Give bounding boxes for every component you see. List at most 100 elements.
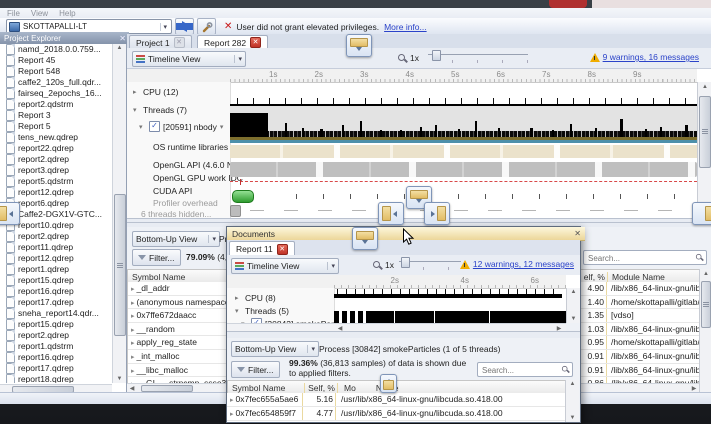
close-icon[interactable]: ✕ <box>119 34 126 43</box>
scroll-up-icon[interactable]: ▲ <box>113 45 126 51</box>
scroll-down-icon[interactable]: ▼ <box>566 415 579 421</box>
list-item[interactable]: report1.qdstrm <box>0 341 112 352</box>
list-item[interactable]: report16.qdrep <box>0 352 112 363</box>
row-opengl-api[interactable]: OpenGL API (4.6.0 NVI <box>153 160 241 170</box>
timeline-vertical-scrollbar[interactable]: ▲ <box>697 82 711 219</box>
list-item[interactable]: namd_2018.0.0.759... <box>0 44 112 55</box>
dock-indicator-documents[interactable] <box>352 227 378 250</box>
list-item[interactable]: report15.qdrep <box>0 275 112 286</box>
row-threads[interactable]: ▾Threads (5) <box>235 306 289 316</box>
expand-icon[interactable]: ▸ <box>131 313 135 320</box>
list-item[interactable]: Report 548 <box>0 66 112 77</box>
scroll-up-icon[interactable]: ▲ <box>698 84 711 90</box>
list-item[interactable]: report11.qdrep <box>0 242 112 253</box>
list-item[interactable]: report2.qdstrm <box>0 99 112 110</box>
expand-icon[interactable]: ▸ <box>131 354 135 361</box>
dock-indicator-left-edge[interactable] <box>0 202 20 225</box>
list-item[interactable]: Report 3 <box>0 110 112 121</box>
list-item[interactable]: report17.qdrep <box>0 363 112 374</box>
timeline-tracks[interactable] <box>230 82 697 218</box>
configure-button[interactable] <box>197 18 216 35</box>
symbol-row[interactable]: ▸_dl_addr <box>128 282 229 296</box>
row-cpu[interactable]: ▸CPU (12) <box>133 87 178 97</box>
list-item[interactable]: report22.qdrep <box>0 143 112 154</box>
symbol-row[interactable]: ▸apply_reg_state <box>128 336 229 350</box>
dock-indicator-table[interactable] <box>380 374 397 393</box>
symbol-row[interactable]: ▸0x7ffe672daacc <box>128 309 229 323</box>
tab-report-282[interactable]: Report 282 ✕ <box>197 35 268 49</box>
tab-report-11[interactable]: Report 11 ✕ <box>229 241 295 256</box>
scroll-left-icon[interactable]: ◀ <box>127 385 137 392</box>
row-cuda-api[interactable]: CUDA API <box>153 186 192 196</box>
menu-item[interactable]: Help <box>59 9 75 18</box>
zoom-slider[interactable] <box>399 257 461 271</box>
list-item[interactable]: tens_new.qdrep <box>0 132 112 143</box>
checkbox-checked[interactable]: ✓ <box>149 121 160 132</box>
warnings-link[interactable]: 9 warnings, 16 messages <box>603 52 699 62</box>
scroll-right-icon[interactable]: ▶ <box>689 385 699 392</box>
module-row[interactable]: 1.35 [vdso] <box>576 309 699 323</box>
list-item[interactable]: report18.qdrep <box>0 374 112 383</box>
row-nbody[interactable]: ▾✓[20591] nbody▾ <box>139 121 227 132</box>
list-item[interactable]: report2.qdrep <box>0 231 112 242</box>
list-item[interactable]: report16.qdrep <box>0 286 112 297</box>
row-cpu[interactable]: ▸CPU (8) <box>235 293 276 303</box>
list-item[interactable]: fairseq_2epochs_16... <box>0 88 112 99</box>
scroll-down-icon[interactable]: ▼ <box>567 316 580 322</box>
row-profiler-overhead[interactable]: Profiler overhead <box>153 198 218 208</box>
expand-icon[interactable]: ▸ <box>131 300 135 307</box>
symbol-row[interactable]: ▸__random <box>128 323 229 337</box>
scrollbar-thumb[interactable] <box>114 194 126 336</box>
symbol-row[interactable]: ▸__libc_malloc <box>128 364 229 378</box>
module-row[interactable]: 1.03 /lib/x86_64-linux-gnu/libc <box>576 323 699 337</box>
zoom-slider[interactable] <box>428 50 528 64</box>
list-item[interactable]: Report 45 <box>0 55 112 66</box>
table-vertical-scrollbar[interactable]: ▲ ▼ <box>565 380 579 422</box>
symbol-row[interactable]: ▸_int_malloc <box>128 350 229 364</box>
warnings-link[interactable]: 12 warnings, 12 messages <box>473 259 574 269</box>
tab-project-1[interactable]: Project 1 ✕ <box>129 35 192 49</box>
dock-indicator-right[interactable] <box>424 202 450 225</box>
list-item[interactable]: report17.qdrep <box>0 297 112 308</box>
list-item[interactable]: report12.qdrep <box>0 253 112 264</box>
scroll-down-icon[interactable]: ▼ <box>113 376 126 382</box>
list-item[interactable]: caffe2_120s_full.qdr... <box>0 77 112 88</box>
close-icon[interactable]: ✕ <box>574 229 581 238</box>
scrollbar-thumb[interactable] <box>699 96 711 168</box>
list-item[interactable]: report3.qdrep <box>0 165 112 176</box>
menu-item[interactable]: File <box>7 9 20 18</box>
expand-icon[interactable]: ▸ <box>131 368 135 375</box>
module-row[interactable]: 0.95 /home/skottapalli/gitlab/l <box>576 336 699 350</box>
row-os-runtime[interactable]: OS runtime libraries <box>153 142 228 152</box>
analysis-view-selector[interactable]: Bottom-Up View ▾ <box>132 231 220 247</box>
row-threads[interactable]: ▾Threads (7) <box>133 105 187 115</box>
dock-indicator-right-edge[interactable] <box>692 202 711 225</box>
dock-indicator-left[interactable] <box>378 202 404 225</box>
filter-button[interactable]: Filter... <box>231 361 280 378</box>
list-item[interactable]: report2.qdrep <box>0 154 112 165</box>
scroll-up-icon[interactable]: ▲ <box>700 271 711 277</box>
view-selector[interactable]: Timeline View ▾ <box>132 51 246 67</box>
expand-icon[interactable]: ▸ <box>131 340 135 347</box>
table-row[interactable]: ▸0x7fec654859f7 4.77 /usr/lib/x86_64-lin… <box>227 407 565 421</box>
symbol-row[interactable]: ▸(anonymous namespace)::C <box>128 296 229 310</box>
more-info-link[interactable]: More info... <box>384 22 427 32</box>
close-tab-icon[interactable]: ✕ <box>174 37 185 48</box>
search-input[interactable] <box>586 251 694 266</box>
list-item[interactable]: report2.qdrep <box>0 330 112 341</box>
module-row[interactable]: 0.91 /lib/x86_64-linux-gnu/libc <box>576 364 699 378</box>
search-box[interactable] <box>583 250 707 265</box>
menu-item[interactable]: View <box>31 9 48 18</box>
search-box[interactable] <box>477 362 573 377</box>
dock-indicator-top[interactable] <box>346 34 372 57</box>
module-row[interactable]: 0.91 /lib/x86_64-linux-gnu/libc <box>576 350 699 364</box>
module-table-vscroll[interactable]: ▲ <box>699 269 711 392</box>
list-item[interactable]: sneha_report14.qdr... <box>0 308 112 319</box>
scroll-up-icon[interactable]: ▲ <box>566 381 579 387</box>
search-input[interactable] <box>480 363 564 378</box>
view-selector[interactable]: Timeline View ▾ <box>231 258 339 274</box>
module-row[interactable]: 1.40 /home/skottapalli/gitlab/l <box>576 296 699 310</box>
list-item[interactable]: report12.qdrep <box>0 187 112 198</box>
analysis-view-selector[interactable]: Bottom-Up View ▾ <box>231 341 319 357</box>
list-item[interactable]: Report 5 <box>0 121 112 132</box>
